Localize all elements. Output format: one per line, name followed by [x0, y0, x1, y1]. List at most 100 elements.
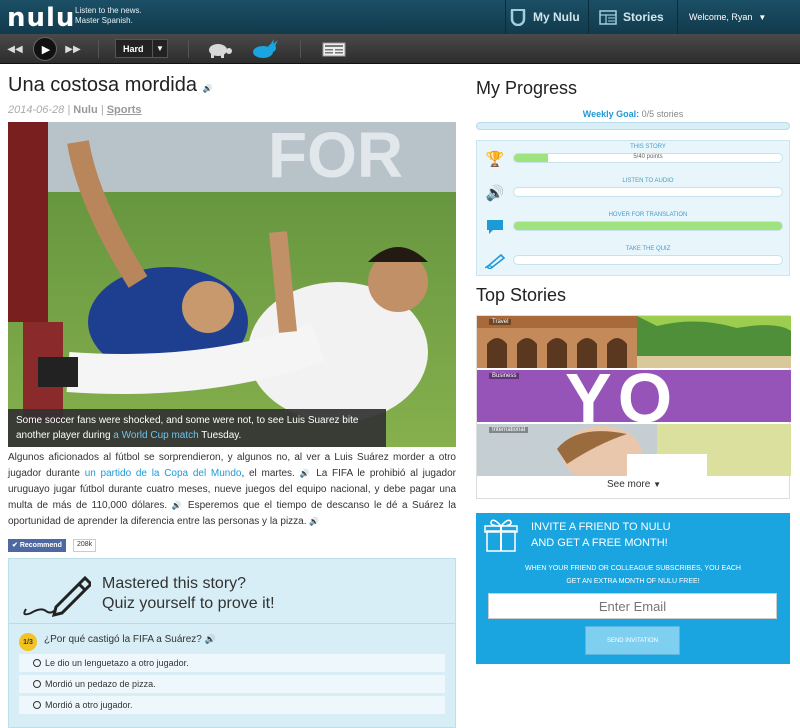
quiz-panel: Mastered this story? Quiz yourself to pr…	[8, 558, 456, 728]
radio-button[interactable]	[33, 701, 41, 709]
progress-row-this-story: 🏆 THIS STORY 5/40 points	[477, 141, 789, 175]
weekly-goal-bar	[476, 122, 790, 130]
toolbar-divider	[188, 40, 189, 58]
quiz-heading-line-2: Quiz yourself to prove it!	[102, 595, 275, 612]
send-invitation-button[interactable]: SEND INVITATION	[585, 626, 680, 655]
top-stories-heading: Top Stories	[476, 285, 567, 305]
story-card-business[interactable]: YO Business	[477, 370, 791, 422]
photo-caption: Some soccer fans were shocked, and some …	[8, 409, 386, 447]
invite-title: INVITE A FRIEND TO NULU AND GET A FREE M…	[531, 519, 671, 551]
weekly-goal-label: Weekly Goal:	[582, 109, 640, 119]
speaker-icon[interactable]: 🔊	[203, 84, 213, 93]
caption-link[interactable]: a World Cup match	[113, 430, 198, 441]
progress-row-label: HOVER FOR TRANSLATION	[608, 212, 688, 218]
article-photo: FOR	[8, 122, 456, 447]
progress-row-quiz: TAKE THE QUIZ	[477, 243, 789, 277]
article-inline-link[interactable]: un partido de la Copa del Mundo	[85, 468, 242, 479]
invite-title-line-2: AND GET A FREE MONTH!	[531, 537, 668, 549]
tagline-line-2: Master Spanish.	[75, 16, 133, 25]
quiz-option-text: Mordió a otro jugador.	[45, 700, 133, 710]
audio-toolbar: ◀◀ ▶ ▶▶ Hard ▼	[0, 34, 800, 64]
user-menu[interactable]: Welcome, Ryan ▼	[677, 0, 800, 34]
progress-row-audio: 🔊 LISTEN TO AUDIO	[477, 175, 789, 209]
caret-down-icon: ▼	[653, 480, 662, 489]
invite-description: WHEN YOUR FRIEND OR COLLEAGUE SUBSCRIBES…	[496, 562, 770, 588]
newspaper-icon	[599, 9, 617, 25]
nav-my-nulu[interactable]: My Nulu	[505, 0, 585, 34]
article-category-link[interactable]: Sports	[107, 104, 142, 116]
progress-bar-fill	[514, 222, 782, 230]
travel-story-image	[477, 316, 791, 368]
translation-card-icon[interactable]	[322, 42, 346, 57]
see-more-link[interactable]: See more ▼	[477, 479, 791, 490]
quiz-option[interactable]: Mordió a otro jugador.	[19, 696, 445, 714]
story-card-travel[interactable]: Travel	[477, 316, 791, 368]
story-tag: Business	[489, 373, 520, 379]
invite-description-line-2: GET AN EXTRA MONTH OF NULU FREE!	[566, 578, 700, 585]
article-date: 2014-06-28	[8, 104, 65, 116]
article-meta: 2014-06-28 | Nulu | Sports	[8, 104, 142, 116]
trophy-icon: 🏆	[485, 151, 505, 168]
play-icon: ▶	[41, 43, 51, 56]
story-tag: Travel	[489, 319, 512, 325]
story-tag: International	[489, 427, 529, 433]
speaker-icon[interactable]: 🔊	[205, 634, 216, 644]
quiz-question-text: ¿Por qué castigó la FIFA a Suárez?	[44, 634, 202, 645]
progress-row-label: TAKE THE QUIZ	[625, 246, 671, 252]
progress-bar	[513, 187, 783, 197]
speaker-icon: 🔊	[485, 185, 505, 202]
speaker-icon[interactable]: 🔊	[172, 501, 184, 510]
chevron-down-icon: ▼	[152, 40, 167, 57]
facebook-recommend-button[interactable]: ✔ Recommend	[8, 539, 66, 552]
story-card-international[interactable]: International	[477, 424, 791, 476]
recommend-count: 208k	[73, 539, 97, 552]
quiz-option[interactable]: Le dio un lenguetazo a otro jugador.	[19, 654, 445, 672]
article-title: Una costosa mordida 🔊	[8, 74, 213, 97]
recommend-label: Recommend	[19, 542, 62, 549]
play-button[interactable]: ▶	[33, 37, 57, 61]
toolbar-divider	[300, 40, 301, 58]
quiz-heading: Mastered this story? Quiz yourself to pr…	[102, 574, 275, 614]
weekly-goal-value: 0/5 stories	[641, 109, 684, 119]
tagline: Listen to the news. Master Spanish.	[75, 6, 142, 26]
tagline-line-1: Listen to the news.	[75, 6, 142, 15]
chevron-down-icon: ▼	[758, 12, 767, 22]
rewind-icon[interactable]: ◀◀	[6, 38, 24, 60]
article-body: Algunos aficionados al fútbol se sorpren…	[8, 450, 456, 530]
speaker-icon[interactable]: 🔊	[309, 517, 319, 526]
weekly-goal: Weekly Goal: 0/5 stories	[476, 109, 790, 119]
toolbar-divider	[98, 40, 99, 58]
question-number-badge: 1/3	[19, 633, 37, 651]
email-field[interactable]	[488, 593, 777, 619]
invite-title-line-1: INVITE A FRIEND TO NULU	[531, 521, 671, 533]
progress-bar	[513, 221, 783, 231]
business-overlay-text: YO	[565, 370, 679, 422]
thumbs-up-icon: ✔	[12, 542, 18, 549]
difficulty-value: Hard	[123, 43, 144, 54]
nav-stories[interactable]: Stories	[588, 0, 678, 34]
article-sentence[interactable]: , el martes.	[241, 468, 294, 479]
nav-my-nulu-label: My Nulu	[533, 10, 580, 24]
rabbit-fast-icon[interactable]	[250, 39, 280, 59]
turtle-slow-icon[interactable]	[205, 42, 233, 58]
speaker-icon[interactable]: 🔊	[300, 469, 312, 478]
soccer-players-image: FOR	[8, 122, 456, 447]
quiz-option[interactable]: Mordió un pedazo de pizza.	[19, 675, 445, 693]
invite-friend-panel: INVITE A FRIEND TO NULU AND GET A FREE M…	[476, 513, 790, 664]
article-title-text: Una costosa mordida	[8, 74, 197, 96]
my-progress-heading: My Progress	[476, 78, 578, 98]
pen-signature-icon	[23, 575, 91, 618]
welcome-text: Welcome, Ryan	[689, 12, 753, 22]
see-more-label: See more	[606, 479, 651, 490]
progress-row-label: LISTEN TO AUDIO	[622, 178, 674, 184]
fast-forward-icon[interactable]: ▶▶	[64, 38, 82, 60]
svg-text:FOR: FOR	[268, 122, 403, 191]
top-nav-bar: nulu Listen to the news. Master Spanish.…	[0, 0, 800, 34]
nulu-logo[interactable]: nulu	[7, 3, 75, 33]
radio-button[interactable]	[33, 659, 41, 667]
progress-row-translation: HOVER FOR TRANSLATION	[477, 209, 789, 243]
radio-button[interactable]	[33, 680, 41, 688]
nulu-u-icon	[510, 9, 526, 26]
difficulty-select[interactable]: Hard ▼	[115, 39, 168, 58]
progress-row-label: THIS STORY	[630, 144, 666, 150]
